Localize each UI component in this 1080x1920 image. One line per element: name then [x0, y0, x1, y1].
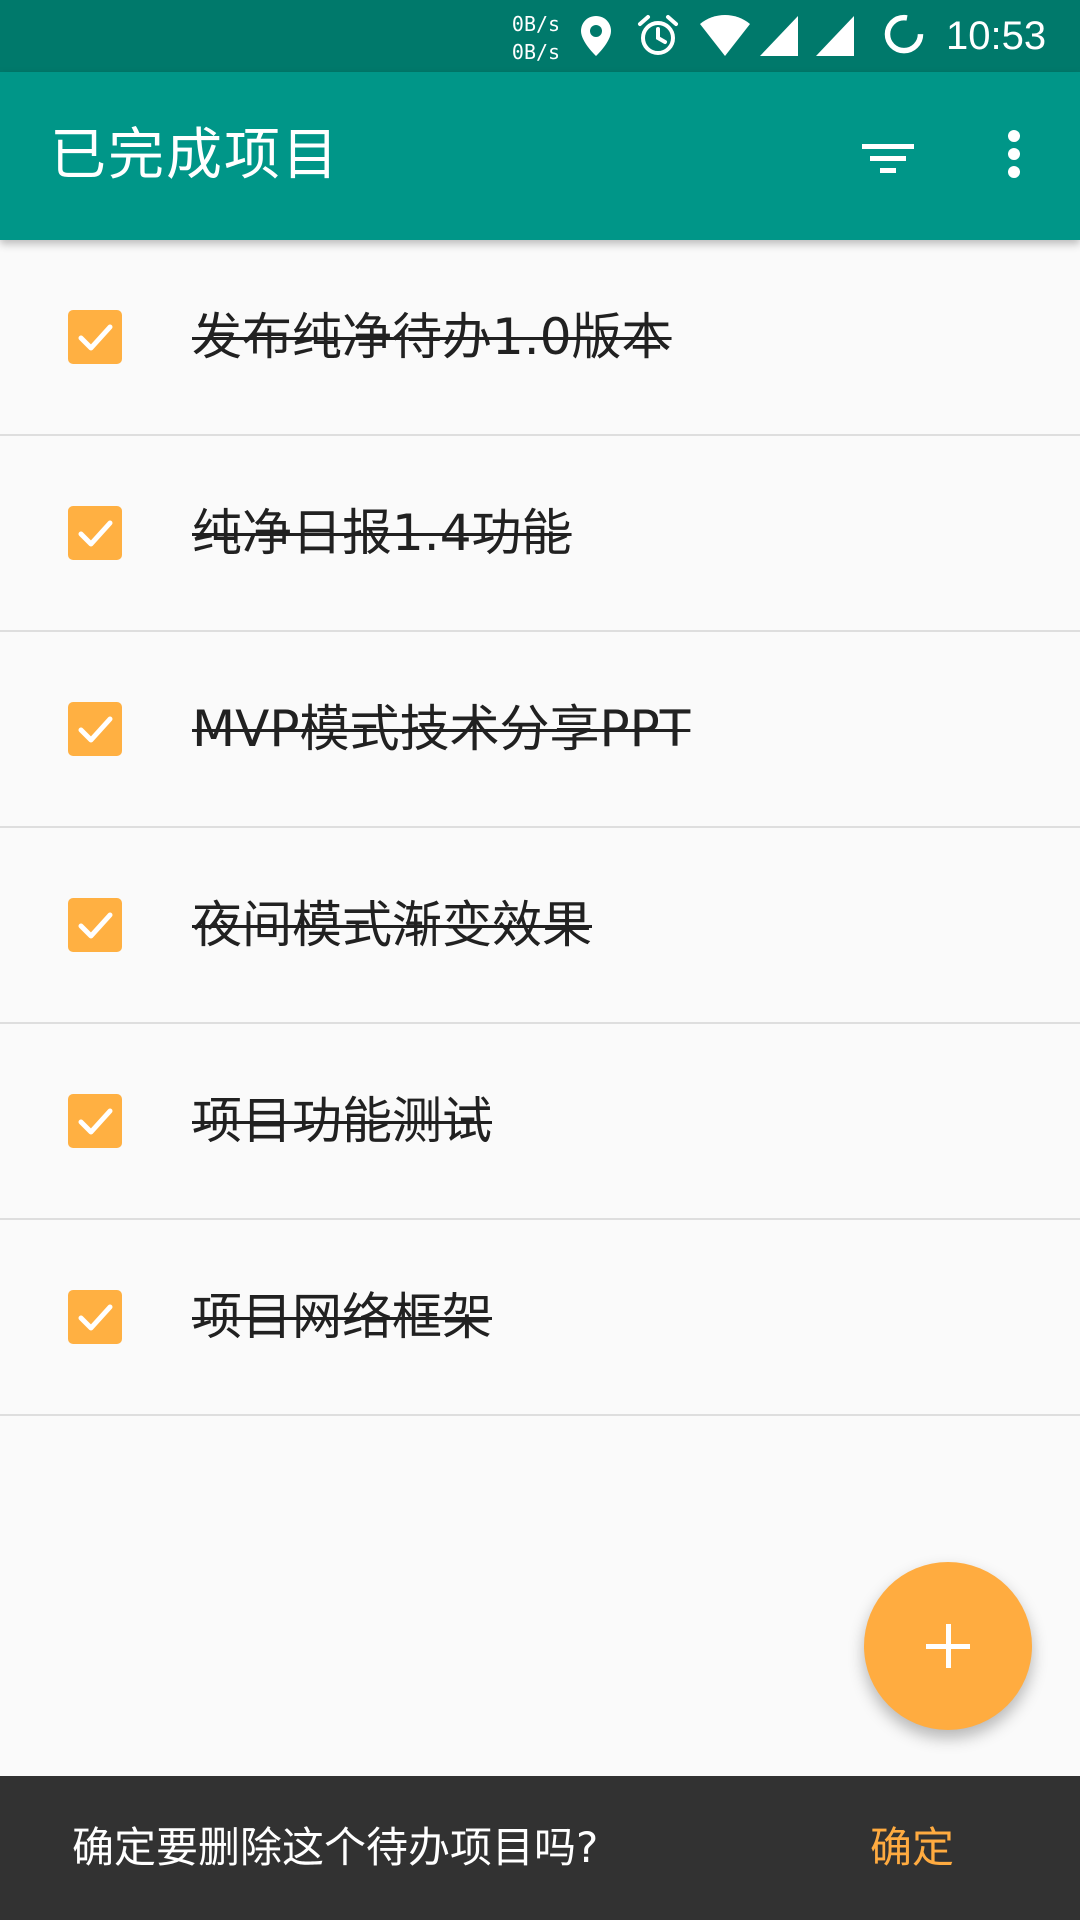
item-label: 项目网络框架 [192, 1288, 492, 1346]
filter-icon [862, 144, 914, 173]
item-checkbox[interactable] [68, 702, 122, 756]
item-label: 项目功能测试 [192, 1092, 492, 1150]
net-speed-down: 0B/s [511, 40, 561, 64]
snackbar-message: 确定要删除这个待办项目吗? [72, 1823, 599, 1872]
item-checkbox[interactable] [68, 898, 122, 952]
list-item[interactable]: 纯净日报1.4功能 [0, 436, 1080, 632]
check-icon [78, 520, 113, 547]
item-label: 夜间模式渐变效果 [192, 896, 592, 954]
check-icon [78, 912, 113, 939]
alarm-icon [638, 15, 678, 55]
wifi-icon [700, 15, 750, 56]
list-item[interactable]: MVP模式技术分享PPT [0, 632, 1080, 828]
item-checkbox[interactable] [68, 310, 122, 364]
status-bar: 0B/s 0B/s 10:53 [0, 0, 1080, 72]
item-label: 纯净日报1.4功能 [192, 504, 572, 562]
item-checkbox[interactable] [68, 1290, 122, 1344]
snackbar-confirm-button[interactable]: 确定 [870, 1820, 954, 1876]
item-label: MVP模式技术分享PPT [192, 700, 691, 758]
network-speed: 0B/s 0B/s [508, 10, 564, 66]
check-icon [78, 1304, 113, 1331]
check-icon [78, 324, 113, 351]
location-icon [581, 16, 611, 56]
status-time: 10:53 [946, 14, 1047, 58]
more-options-button[interactable] [974, 116, 1054, 196]
list-item[interactable]: 发布纯净待办1.0版本 [0, 240, 1080, 436]
signal-icon [816, 16, 854, 56]
net-speed-up: 0B/s [511, 12, 561, 36]
signal-icon [760, 16, 798, 56]
loading-icon [884, 14, 924, 54]
completed-items-list: 发布纯净待办1.0版本 纯净日报1.4功能 MVP模式技术分享PPT 夜间模式渐… [0, 240, 1080, 1416]
app-bar: 已完成项目 [0, 72, 1080, 240]
list-item[interactable]: 项目网络框架 [0, 1220, 1080, 1416]
filter-button[interactable] [848, 116, 928, 196]
add-icon [926, 1624, 970, 1668]
add-item-button[interactable] [864, 1562, 1032, 1730]
page-title: 已完成项目 [50, 123, 340, 188]
snackbar: 确定要删除这个待办项目吗? 确定 [0, 1776, 1080, 1920]
more-vert-icon [1008, 130, 1020, 178]
check-icon [78, 1108, 113, 1135]
item-checkbox[interactable] [68, 506, 122, 560]
item-label: 发布纯净待办1.0版本 [192, 308, 672, 366]
list-item[interactable]: 夜间模式渐变效果 [0, 828, 1080, 1024]
check-icon [78, 716, 113, 743]
list-item[interactable]: 项目功能测试 [0, 1024, 1080, 1220]
item-checkbox[interactable] [68, 1094, 122, 1148]
